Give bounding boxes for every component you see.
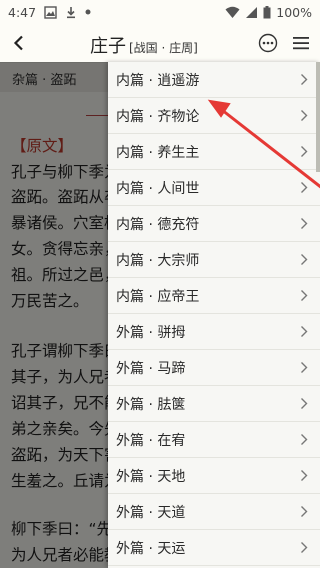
drawer-item-label: 内篇 · 大宗师 <box>116 252 200 269</box>
drawer-item-label: 内篇 · 养生主 <box>116 144 200 161</box>
drawer-scrim[interactable] <box>0 62 108 568</box>
more-dots-icon <box>258 33 278 53</box>
drawer-item-label: 内篇 · 应帝王 <box>116 288 200 305</box>
chapter-drawer: 内篇 · 逍遥游 内篇 · 齐物论 内篇 · 养生主 内篇 · 人间世 内篇 ·… <box>108 62 320 568</box>
app-bar: 庄子 [战国 · 庄周] <box>0 24 320 62</box>
chevron-right-icon <box>301 218 308 229</box>
status-time: 4:47 <box>8 4 37 20</box>
chevron-left-icon <box>13 35 23 51</box>
chevron-right-icon <box>301 326 308 337</box>
drawer-item-mati[interactable]: 外篇 · 马蹄 <box>108 350 320 386</box>
chevron-right-icon <box>301 254 308 265</box>
battery-level: 100% <box>276 4 312 20</box>
drawer-item-dazongshi[interactable]: 内篇 · 大宗师 <box>108 242 320 278</box>
chevron-right-icon <box>301 542 308 553</box>
chevron-right-icon <box>301 434 308 445</box>
drawer-item-xiaoyaoyou[interactable]: 内篇 · 逍遥游 <box>108 62 320 98</box>
chevron-right-icon <box>301 506 308 517</box>
battery-icon <box>263 5 271 19</box>
drawer-item-label: 外篇 · 马蹄 <box>116 360 186 377</box>
chevron-right-icon <box>301 74 308 85</box>
drawer-scrollbar[interactable] <box>316 62 320 172</box>
notification-dot-icon <box>85 9 91 15</box>
drawer-item-quqie[interactable]: 外篇 · 胠箧 <box>108 386 320 422</box>
drawer-item-label: 外篇 · 天地 <box>116 468 186 485</box>
drawer-item-qiwulun[interactable]: 内篇 · 齐物论 <box>108 98 320 134</box>
hamburger-icon <box>293 37 309 50</box>
chevron-right-icon <box>301 398 308 409</box>
drawer-item-label: 内篇 · 德充符 <box>116 216 200 233</box>
chevron-right-icon <box>301 470 308 481</box>
drawer-item-label: 外篇 · 胠箧 <box>116 396 186 413</box>
back-button[interactable] <box>0 24 38 62</box>
drawer-item-label: 外篇 · 天道 <box>116 504 186 521</box>
drawer-item-tianyun[interactable]: 外篇 · 天运 <box>108 530 320 566</box>
page-title: 庄子 <box>90 36 126 57</box>
drawer-item-dechongfu[interactable]: 内篇 · 德充符 <box>108 206 320 242</box>
drawer-item-tiandi[interactable]: 外篇 · 天地 <box>108 458 320 494</box>
drawer-item-renjianshi[interactable]: 内篇 · 人间世 <box>108 170 320 206</box>
drawer-item-yangshengzhu[interactable]: 内篇 · 养生主 <box>108 134 320 170</box>
title-group: 庄子 [战国 · 庄周] <box>90 32 198 58</box>
more-options-button[interactable] <box>256 31 280 55</box>
image-icon <box>44 5 57 19</box>
chevron-right-icon <box>301 146 308 157</box>
status-bar: 4:47 100% <box>0 0 320 24</box>
download-icon <box>65 6 77 19</box>
drawer-item-label: 外篇 · 在宥 <box>116 432 186 449</box>
drawer-item-label: 内篇 · 逍遥游 <box>116 72 200 89</box>
drawer-item-tiandao[interactable]: 外篇 · 天道 <box>108 494 320 530</box>
drawer-item-label: 内篇 · 人间世 <box>116 180 200 197</box>
chevron-right-icon <box>301 290 308 301</box>
drawer-item-label: 内篇 · 齐物论 <box>116 108 200 125</box>
chevron-right-icon <box>301 362 308 373</box>
screen: 4:47 100% 庄子 [战国 · 庄周] 内篇 · 逍遥游 内篇 · 齐物论… <box>0 0 320 568</box>
drawer-item-zaiyou[interactable]: 外篇 · 在宥 <box>108 422 320 458</box>
chevron-right-icon <box>301 182 308 193</box>
drawer-item-yingdiwang[interactable]: 内篇 · 应帝王 <box>108 278 320 314</box>
drawer-item-label: 外篇 · 天运 <box>116 540 186 557</box>
wifi-icon <box>225 6 240 19</box>
chevron-right-icon <box>301 110 308 121</box>
drawer-item-pianmu[interactable]: 外篇 · 骈拇 <box>108 314 320 350</box>
page-subtitle: [战国 · 庄周] <box>129 41 198 55</box>
signal-icon <box>245 6 258 19</box>
menu-button[interactable] <box>290 31 312 55</box>
drawer-item-label: 外篇 · 骈拇 <box>116 324 186 341</box>
